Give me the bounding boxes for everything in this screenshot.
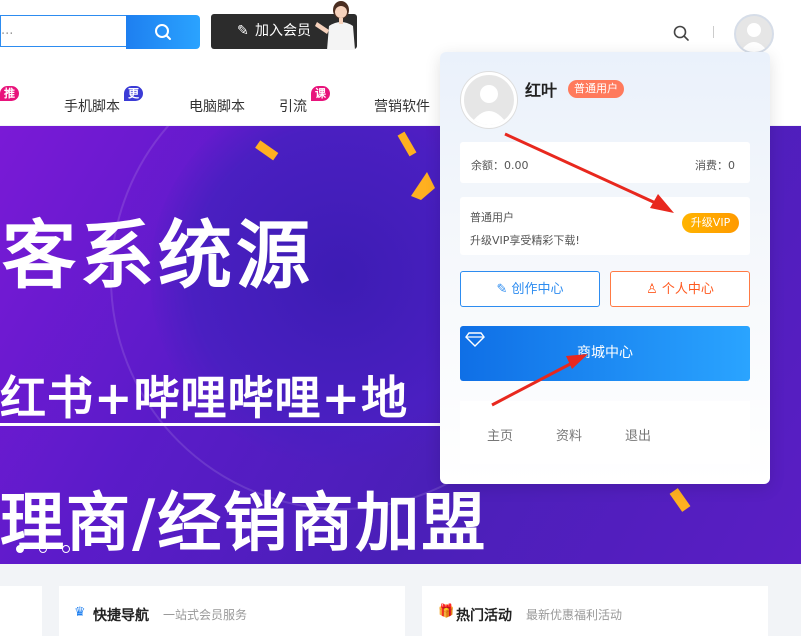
- annotation-arrows: [491, 132, 674, 407]
